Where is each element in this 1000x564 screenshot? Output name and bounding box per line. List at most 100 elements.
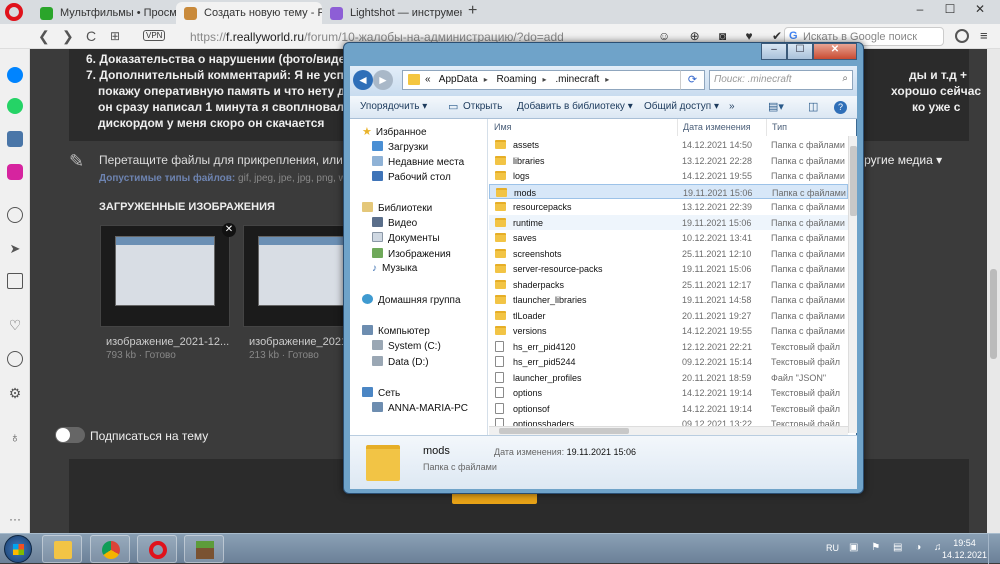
open-button[interactable]: Открыть (463, 101, 502, 112)
file-row[interactable]: screenshots 25.11.2021 12:10 Папка с файла… (489, 246, 848, 261)
nav-recent-places[interactable]: Недавние места (372, 156, 464, 168)
taskbar-explorer[interactable] (42, 535, 82, 563)
nav-drive-d[interactable]: Data (D:) (372, 356, 429, 368)
whatsapp-icon[interactable] (7, 98, 23, 114)
send-icon[interactable]: ➤ (7, 241, 23, 257)
explorer-breadcrumb[interactable]: « AppData ▸ Roaming ▸ .minecraft ▸ (402, 70, 705, 90)
vertical-scrollbar-thumb[interactable] (850, 146, 857, 216)
tab-create-topic[interactable]: Создать новую тему - Rea (176, 2, 322, 24)
explorer-forward-icon[interactable]: ► (373, 70, 393, 90)
file-row[interactable]: launcher_profiles 20.11.2021 18:59 Файл "J… (489, 370, 848, 385)
nav-downloads[interactable]: Загрузки (372, 141, 428, 153)
breadcrumb-overflow[interactable]: « (425, 74, 431, 85)
uploaded-image-thumbnail[interactable] (100, 225, 230, 327)
breadcrumb-minecraft[interactable]: .minecraft (555, 74, 599, 85)
browser-close-button[interactable]: ✕ (965, 2, 995, 16)
other-media-button[interactable]: Другие медиа ▾ (856, 153, 942, 167)
file-row[interactable]: options 14.12.2021 19:14 Текстовый файл (489, 385, 848, 400)
nav-video[interactable]: Видео (372, 217, 417, 229)
file-row[interactable]: tlLoader 20.11.2021 19:27 Папка с файлами (489, 308, 848, 323)
easy-setup-menu-icon[interactable]: ≡ (980, 28, 988, 43)
view-options-icon[interactable]: ▤▾ (768, 100, 784, 113)
nav-images[interactable]: Изображения (372, 248, 451, 260)
taskbar-chrome[interactable] (90, 535, 130, 563)
nav-network[interactable]: Сеть (362, 387, 400, 399)
breadcrumb-roaming[interactable]: Roaming (497, 74, 537, 85)
more-icon[interactable]: ··· (7, 511, 23, 527)
explorer-minimize-button[interactable]: – (761, 43, 787, 60)
tab-cartoons[interactable]: Мультфильмы • Просмотр (32, 2, 176, 24)
more-commands-button[interactable]: » (729, 101, 735, 112)
messenger-icon[interactable] (7, 67, 23, 83)
file-row[interactable]: runtime 19.11.2021 15:06 Папка с файлами (489, 214, 848, 230)
new-tab-button[interactable]: + (468, 2, 477, 20)
file-list-vertical-scrollbar[interactable] (848, 136, 857, 433)
file-row[interactable]: server-resource-packs 19.11.2021 15:06 Пап… (489, 261, 848, 276)
file-row[interactable]: libraries 13.12.2021 22:28 Папка с файлами (489, 153, 848, 168)
file-row[interactable]: tlauncher_libraries 19.11.2021 14:58 Папка… (489, 292, 848, 307)
column-header-type[interactable]: Тип (767, 119, 848, 136)
column-header-date[interactable]: Дата изменения (678, 119, 767, 136)
vk-icon[interactable] (7, 131, 23, 147)
settings-gear-icon[interactable]: ⚙ (7, 385, 23, 401)
nav-music[interactable]: ♪ Музыка (372, 263, 417, 274)
breadcrumb-separator-icon[interactable]: ▸ (484, 75, 488, 84)
player-icon[interactable] (7, 207, 23, 223)
nav-computer[interactable]: Компьютер (362, 325, 430, 337)
profile-icon[interactable] (955, 29, 969, 43)
page-scrollbar-thumb[interactable] (990, 269, 997, 359)
breadcrumb-appdata[interactable]: AppData (439, 74, 478, 85)
file-row[interactable]: assets 14.12.2021 14:50 Папка с файлами (489, 137, 848, 152)
horizontal-scrollbar-thumb[interactable] (499, 428, 629, 434)
browser-minimize-button[interactable]: – (905, 2, 935, 16)
file-list-horizontal-scrollbar[interactable] (489, 426, 848, 435)
help-icon[interactable]: ? (834, 101, 847, 114)
instagram-icon[interactable] (7, 164, 23, 180)
history-icon[interactable] (7, 351, 23, 367)
file-row[interactable]: hs_err_pid5244 09.12.2021 15:14 Текстовый … (489, 354, 848, 369)
file-row[interactable]: shaderpacks 25.11.2021 12:17 Папка с файла… (489, 277, 848, 292)
column-header-name[interactable]: Имя (489, 119, 678, 136)
nav-drive-c[interactable]: System (C:) (372, 340, 441, 352)
taskbar-clock[interactable]: 19:54 14.12.2021 (942, 537, 987, 561)
show-desktop-button[interactable] (988, 534, 1000, 564)
nav-desktop[interactable]: Рабочий стол (372, 171, 451, 183)
forward-icon[interactable]: ❯ (62, 28, 74, 45)
file-row[interactable]: versions 14.12.2021 19:55 Папка с файлами (489, 323, 848, 338)
taskbar-opera[interactable] (137, 535, 177, 563)
nav-libraries[interactable]: Библиотеки (362, 202, 432, 214)
taskbar-minecraft[interactable] (184, 535, 224, 563)
file-row[interactable]: logs 14.12.2021 19:55 Папка с файлами (489, 168, 848, 183)
system-tray-icons[interactable]: ▣ ⚑ ▤ ◑ ♫ (849, 542, 947, 553)
vpn-badge[interactable]: VPN (143, 30, 166, 41)
file-row[interactable]: hs_err_pid4120 12.12.2021 22:21 Текстовый … (489, 339, 848, 354)
explorer-refresh-icon[interactable]: ⟳ (680, 70, 705, 90)
breadcrumb-separator-icon[interactable]: ▸ (605, 75, 609, 84)
opera-logo-icon[interactable] (5, 3, 23, 21)
nav-pc[interactable]: ANNA-MARIA-PC (372, 402, 468, 414)
file-row[interactable]: mods 19.11.2021 15:06 Папка с файлами (489, 183, 848, 199)
explorer-close-button[interactable]: ✕ (813, 43, 857, 60)
nav-documents[interactable]: Документы (372, 232, 440, 244)
breadcrumb-separator-icon[interactable]: ▸ (543, 75, 547, 84)
start-button[interactable] (4, 535, 32, 563)
language-indicator[interactable]: RU (826, 543, 839, 553)
tips-lightbulb-icon[interactable]: ♁ (7, 429, 23, 445)
add-to-library-button[interactable]: Добавить в библиотеку ▾ (517, 101, 633, 112)
explorer-search-input[interactable]: Поиск: .minecraft ⌕ (709, 70, 853, 90)
reload-icon[interactable]: C (86, 28, 96, 44)
heart-icon[interactable]: ♡ (7, 317, 23, 333)
nav-homegroup[interactable]: Домашняя группа (362, 294, 461, 306)
explorer-back-icon[interactable]: ◄ (353, 70, 373, 90)
preview-pane-icon[interactable]: ◫ (808, 100, 818, 113)
file-row[interactable]: saves 10.12.2021 13:41 Папка с файлами (489, 230, 848, 245)
file-row[interactable]: optionsof 14.12.2021 19:14 Текстовый файл (489, 401, 848, 416)
wallet-icon[interactable] (7, 273, 23, 289)
subscribe-toggle[interactable] (55, 427, 85, 443)
page-scrollbar[interactable] (987, 49, 1000, 533)
nav-favorites[interactable]: ★ Избранное (362, 125, 427, 138)
organize-button[interactable]: Упорядочить ▾ (360, 101, 427, 112)
browser-maximize-button[interactable]: ☐ (935, 2, 965, 16)
share-button[interactable]: Общий доступ ▾ (644, 101, 719, 112)
tab-lightshot[interactable]: Lightshot — инструмент ск (322, 2, 462, 24)
